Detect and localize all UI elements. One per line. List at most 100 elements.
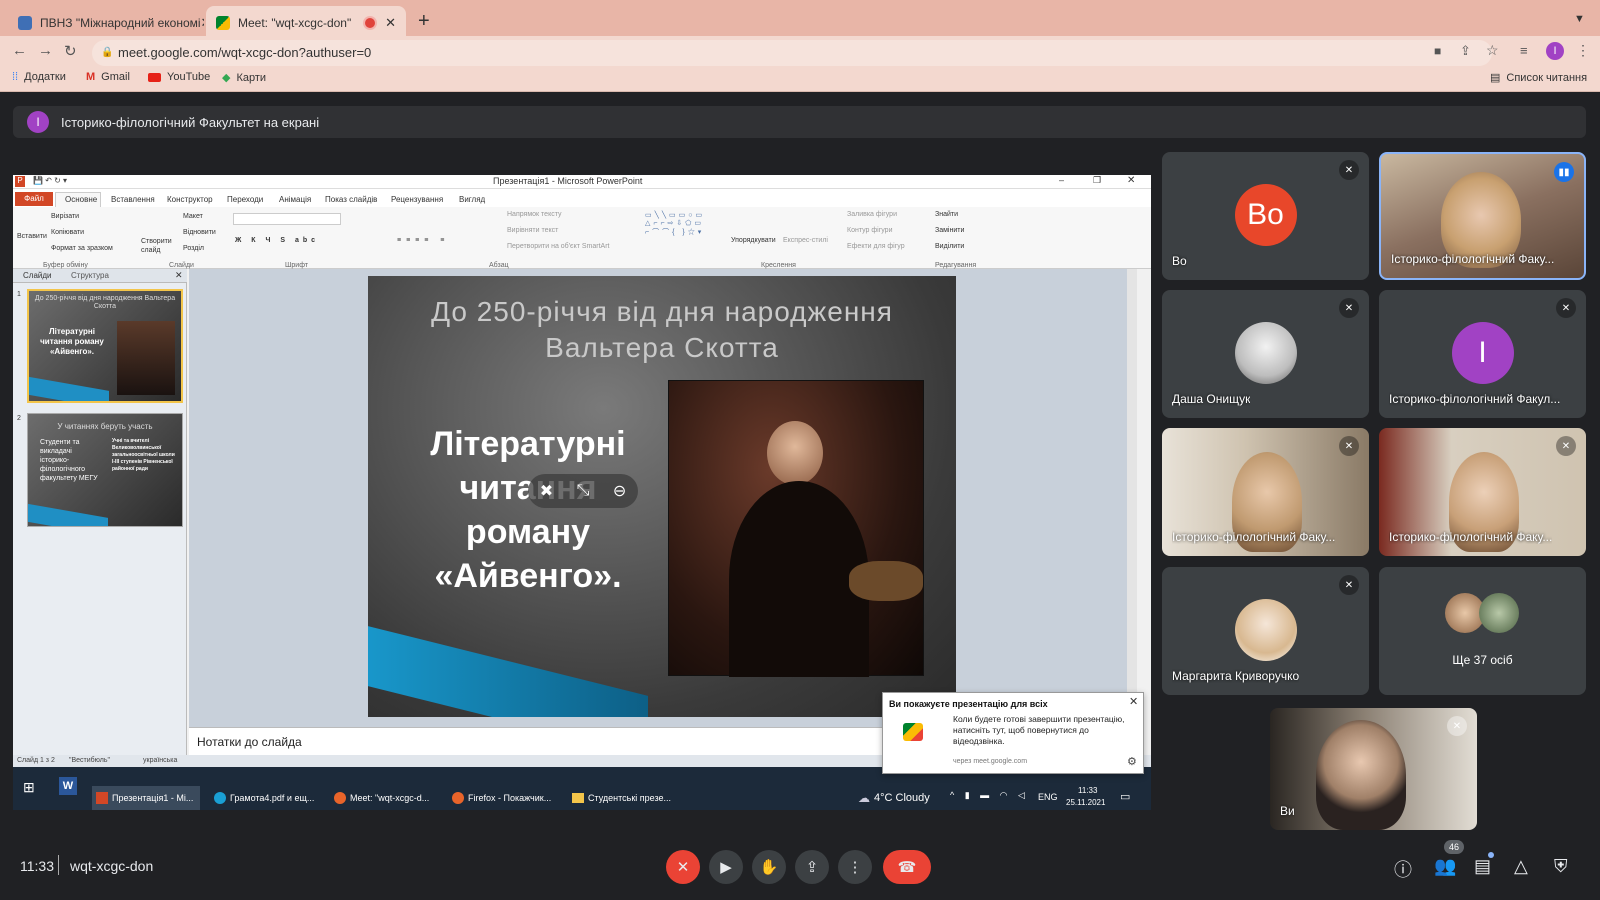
camera-icon[interactable]: ■ bbox=[1434, 44, 1441, 58]
menu-icon[interactable]: ⋮ bbox=[1576, 42, 1590, 59]
slide-thumbnail-1[interactable]: До 250-річчя від дня народження Вальтера… bbox=[27, 289, 183, 403]
maximize-icon[interactable]: ❐ bbox=[1093, 175, 1101, 186]
forward-icon[interactable]: → bbox=[38, 42, 53, 59]
taskbar-explorer[interactable]: Студентські презе... bbox=[572, 786, 682, 810]
new-tab-button[interactable]: + bbox=[418, 10, 430, 33]
pin-icon[interactable]: ✖ bbox=[540, 481, 553, 501]
shape-outline-button[interactable]: Контур фігури bbox=[847, 227, 892, 234]
raise-hand-button[interactable]: ✋ bbox=[752, 850, 786, 884]
star-icon[interactable]: ☆ bbox=[1486, 42, 1499, 59]
close-icon[interactable]: ✕ bbox=[1129, 695, 1138, 708]
tab-design[interactable]: Конструктор bbox=[167, 195, 213, 204]
meeting-details-icon[interactable]: ⓘ bbox=[1394, 856, 1412, 882]
replace-button[interactable]: Замінити bbox=[935, 227, 964, 234]
present-button[interactable]: ⇪ bbox=[795, 850, 829, 884]
word-icon[interactable]: W bbox=[59, 777, 77, 795]
participant-tile-speaking[interactable]: ▮▮ Історико-філологічний Факу... bbox=[1379, 152, 1586, 280]
close-icon[interactable]: ✕ bbox=[201, 15, 204, 31]
minus-icon[interactable]: ⊖ bbox=[613, 481, 626, 501]
activities-icon[interactable]: △ bbox=[1514, 856, 1528, 877]
tray-icons[interactable]: ^ ▮ ▬ ◠ ◁ bbox=[950, 790, 1029, 801]
paste-button[interactable]: Вставити bbox=[17, 233, 47, 240]
tab-university[interactable]: ПВНЗ "Міжнародний економі ✕ bbox=[8, 6, 204, 40]
participant-tile[interactable]: ✕ Маргарита Криворучко bbox=[1162, 567, 1369, 695]
mic-toggle-button[interactable]: ✕ bbox=[666, 850, 700, 884]
taskbar-weather[interactable]: ☁ 4°C Cloudy bbox=[858, 786, 930, 810]
tab-review[interactable]: Рецензування bbox=[391, 195, 443, 204]
reset-button[interactable]: Відновити bbox=[183, 229, 216, 236]
chat-icon[interactable]: ▤ bbox=[1474, 856, 1491, 877]
bookmark-maps[interactable]: ◆ Карти bbox=[222, 71, 266, 85]
more-options-button[interactable]: ⋮ bbox=[838, 850, 872, 884]
leave-call-button[interactable]: ☎ bbox=[883, 850, 931, 884]
section-button[interactable]: Розділ bbox=[183, 245, 204, 252]
tab-view[interactable]: Вигляд bbox=[459, 195, 485, 204]
media-icon[interactable]: ≡ bbox=[1520, 43, 1528, 58]
align-text-button[interactable]: Вирівняти текст bbox=[507, 227, 558, 234]
host-controls-icon[interactable]: ⛨ bbox=[1554, 856, 1568, 877]
format-painter-button[interactable]: Формат за зразком bbox=[51, 245, 113, 252]
expand-icon[interactable]: ⤡ bbox=[577, 482, 590, 500]
share-icon[interactable]: ⇪ bbox=[1460, 43, 1471, 59]
copy-button[interactable]: Копіювати bbox=[51, 229, 84, 236]
profile-avatar[interactable]: I bbox=[1546, 42, 1564, 60]
windows-start-icon[interactable]: ⊞ bbox=[23, 779, 35, 796]
participant-tile[interactable]: I ✕ Історико-філологічний Факул... bbox=[1379, 290, 1586, 418]
presenting-notification[interactable]: Ви покажуєте презентацію для всіх ✕ Коли… bbox=[882, 692, 1144, 774]
quick-styles-button[interactable]: Експрес-стилі bbox=[783, 237, 828, 244]
minimize-icon[interactable]: – bbox=[1059, 175, 1064, 185]
text-direction-button[interactable]: Напрямок тексту bbox=[507, 211, 562, 218]
address-bar[interactable]: 🔒 meet.google.com/wqt-xcgc-don?authuser=… bbox=[92, 40, 1492, 66]
taskbar-meet[interactable]: Meet: "wqt-xcgc-d... bbox=[334, 786, 444, 810]
shape-effects-button[interactable]: Ефекти для фігур bbox=[847, 243, 905, 250]
tab-outline[interactable]: Структура bbox=[71, 271, 109, 280]
tab-meet[interactable]: Meet: "wqt-xcgc-don" ✕ bbox=[206, 6, 406, 40]
participant-tile[interactable]: ✕ Історико-філологічний Факу... bbox=[1162, 428, 1369, 556]
shapes-gallery[interactable]: ▭╲╲▭▭○▭ △⌐⌐⇨⇩⬠▭ ⌐⌒⌒{ }☆▾ bbox=[645, 211, 705, 237]
tray-date[interactable]: 25.11.2021 bbox=[1066, 798, 1105, 807]
bookmark-gmail[interactable]: M Gmail bbox=[86, 71, 130, 83]
slideshow-mini-toolbar[interactable]: ✖ ⤡ ⊖ bbox=[528, 474, 638, 508]
tab-insert[interactable]: Вставлення bbox=[111, 195, 155, 204]
tab-animation[interactable]: Анімація bbox=[279, 195, 311, 204]
taskbar-edge[interactable]: Грамота4.pdf и ещ... bbox=[214, 786, 324, 810]
close-icon[interactable]: ✕ bbox=[385, 15, 396, 31]
cut-button[interactable]: Вирізати bbox=[51, 213, 79, 220]
arrange-button[interactable]: Упорядкувати bbox=[731, 237, 776, 244]
select-button[interactable]: Виділити bbox=[935, 243, 964, 250]
self-view-tile[interactable]: ✕ Ви bbox=[1270, 708, 1477, 830]
bookmark-youtube[interactable]: YouTube bbox=[148, 71, 210, 83]
tab-home[interactable]: Основне bbox=[65, 195, 97, 204]
people-icon[interactable]: 👥 bbox=[1434, 856, 1456, 877]
new-slide-button[interactable]: Створити слайд bbox=[141, 237, 173, 255]
close-icon[interactable]: ✕ bbox=[175, 270, 183, 281]
reading-list[interactable]: ▤ Список читання bbox=[1490, 71, 1587, 85]
smartart-button[interactable]: Перетворити на об'єкт SmartArt bbox=[507, 243, 610, 250]
slide-thumbnail-2[interactable]: У читаннях беруть участь Студенти та вик… bbox=[27, 413, 183, 527]
current-slide[interactable]: До 250-річчя від дня народження Вальтера… bbox=[368, 276, 956, 717]
taskbar-firefox[interactable]: Firefox - Покажчик... bbox=[452, 786, 560, 810]
bookmark-apps[interactable]: ⁞⁞ Додатки bbox=[12, 71, 66, 83]
camera-toggle-button[interactable]: ▶ bbox=[709, 850, 743, 884]
notification-center-icon[interactable]: ▭ bbox=[1120, 790, 1130, 803]
tab-slides[interactable]: Слайди bbox=[23, 271, 52, 280]
taskbar-powerpoint[interactable]: Презентація1 - Mi... bbox=[92, 786, 200, 810]
tab-search-icon[interactable]: ▼ bbox=[1574, 13, 1585, 25]
tab-slideshow[interactable]: Показ слайдів bbox=[325, 195, 377, 204]
paragraph-align-icons[interactable]: ≡≡≡≡ ≡ bbox=[397, 237, 449, 244]
back-icon[interactable]: ← bbox=[12, 42, 27, 59]
participant-tile[interactable]: ✕ Історико-філологічний Факу... bbox=[1379, 428, 1586, 556]
tab-transitions[interactable]: Переходи bbox=[227, 195, 263, 204]
shape-fill-button[interactable]: Заливка фігури bbox=[847, 211, 897, 218]
file-tab[interactable]: Файл bbox=[15, 192, 53, 206]
quick-access-icon[interactable]: 💾 ↶ ↻ ▾ bbox=[33, 176, 67, 185]
more-participants-tile[interactable]: Ще 37 осіб bbox=[1379, 567, 1586, 695]
close-icon[interactable]: ✕ bbox=[1127, 175, 1135, 186]
layout-button[interactable]: Макет bbox=[183, 213, 203, 220]
gear-icon[interactable]: ⚙ bbox=[1127, 755, 1137, 768]
find-button[interactable]: Знайти bbox=[935, 211, 958, 218]
font-format-icons[interactable]: Ж К Ч S abc bbox=[235, 237, 319, 244]
font-name-field[interactable] bbox=[233, 213, 341, 225]
participant-tile[interactable]: ✕ Даша Онищук bbox=[1162, 290, 1369, 418]
reload-icon[interactable]: ↻ bbox=[64, 42, 77, 60]
